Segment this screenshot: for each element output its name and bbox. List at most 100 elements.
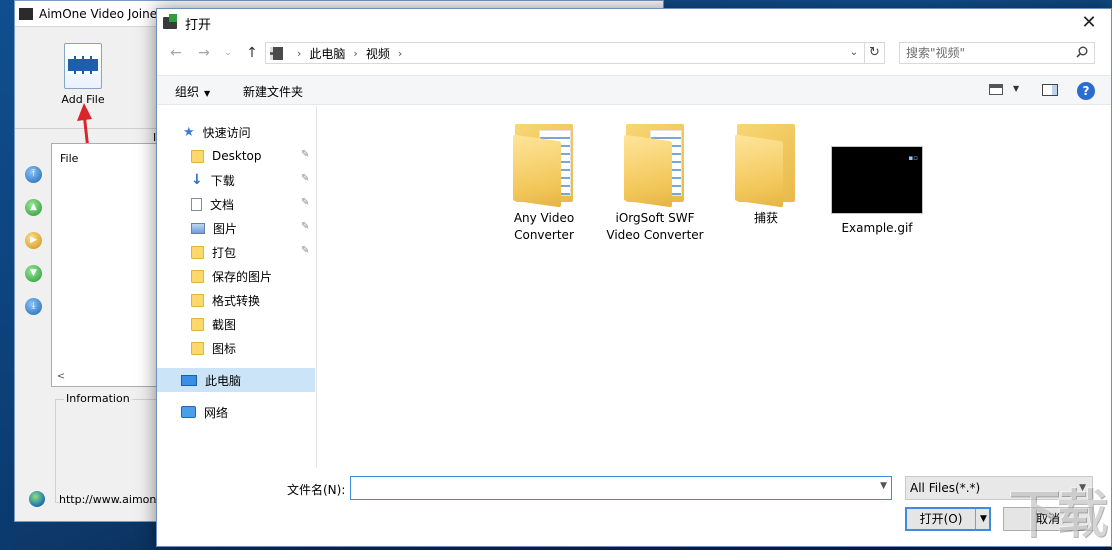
new-folder-button[interactable]: 新建文件夹 xyxy=(243,83,303,100)
play-icon[interactable]: ▶ xyxy=(25,232,42,249)
search-icon[interactable] xyxy=(1076,46,1088,58)
dialog-title: 打开 xyxy=(185,17,212,33)
move-bottom-icon[interactable]: ⤓ xyxy=(25,298,42,315)
folder-icon xyxy=(191,317,204,331)
pin-icon[interactable]: ✎ xyxy=(301,246,309,256)
folder-icon xyxy=(735,124,797,208)
pictures-icon xyxy=(191,222,205,234)
website-link[interactable]: http://www.aimones xyxy=(59,493,165,506)
address-bar[interactable]: › 此电脑 › 视频 › ⌄ ↻ xyxy=(265,42,885,64)
nav-item-icons[interactable]: 图标 xyxy=(157,336,315,360)
folder-icon xyxy=(513,124,575,208)
nav-item-documents[interactable]: 文档 ✎ xyxy=(157,192,315,216)
forward-arrow-icon[interactable]: → xyxy=(193,41,215,65)
dialog-titlebar: 打开 ✕ xyxy=(157,9,1111,37)
folder-icon xyxy=(191,269,204,283)
recent-locations-icon[interactable]: ⌄ xyxy=(217,41,239,65)
navigation-pane: ★ 快速访问 Desktop ✎ ↓ 下载 ✎ 文档 ✎ 图片 ✎ 打包 ✎ 保… xyxy=(157,106,317,468)
preview-pane-icon[interactable] xyxy=(1042,84,1058,96)
network-icon xyxy=(181,406,196,418)
nav-item-desktop[interactable]: Desktop ✎ xyxy=(157,144,315,168)
file-column-header[interactable]: File xyxy=(60,152,78,165)
filename-label: 文件名(N): xyxy=(287,483,346,497)
star-icon: ★ xyxy=(183,124,195,140)
pin-icon[interactable]: ✎ xyxy=(301,174,309,184)
nav-item-saved-pictures[interactable]: 保存的图片 xyxy=(157,264,315,288)
breadcrumb-videos[interactable]: 视频 xyxy=(366,45,390,62)
refresh-icon[interactable]: ↻ xyxy=(864,43,884,63)
file-item-capture[interactable]: 捕获 xyxy=(716,124,816,227)
navigation-row: ← → ⌄ ↑ › 此电脑 › 视频 › ⌄ ↻ 搜索"视频" xyxy=(157,41,1111,65)
chevron-down-icon[interactable]: ▼ xyxy=(880,481,887,491)
desktop-edge xyxy=(0,0,14,550)
information-group: Information xyxy=(55,392,171,503)
nav-item-pictures[interactable]: 图片 ✎ xyxy=(157,216,315,240)
breadcrumb-this-pc[interactable]: 此电脑 xyxy=(309,45,345,62)
file-item-example-gif[interactable]: ▪▫ Example.gif xyxy=(827,136,927,237)
command-bar: 组织 ▼ 新建文件夹 ▼ ? xyxy=(157,75,1111,105)
folder-icon xyxy=(191,245,204,259)
globe-icon xyxy=(29,491,45,507)
nav-item-label: 图标 xyxy=(212,341,237,356)
folder-icon xyxy=(191,341,204,355)
filetype-value: All Files(*.*) xyxy=(910,481,981,495)
organize-label: 组织 xyxy=(175,85,200,99)
document-icon xyxy=(191,197,202,211)
pin-icon[interactable]: ✎ xyxy=(301,150,309,160)
video-file-icon xyxy=(64,43,102,89)
gif-thumbnail: ▪▫ xyxy=(831,146,923,214)
watermark-logo: 下载 xyxy=(1007,485,1108,545)
app-icon xyxy=(19,7,33,20)
nav-item-label: 打包 xyxy=(212,245,237,260)
file-list[interactable]: File < xyxy=(51,143,171,387)
thumbnail-logo: ▪▫ xyxy=(908,154,919,162)
file-name: iOrgSoft SWF Video Converter xyxy=(606,211,704,242)
nav-item-label: 下载 xyxy=(210,173,235,188)
back-arrow-icon[interactable]: ← xyxy=(165,41,187,65)
nav-this-pc-label: 此电脑 xyxy=(205,373,242,388)
nav-item-label: 图片 xyxy=(213,221,238,236)
chevron-right-icon[interactable]: › xyxy=(297,47,301,60)
information-label: Information xyxy=(64,392,132,405)
filename-input[interactable]: ▼ xyxy=(350,476,892,500)
file-view: Any Video Converter iOrgSoft SWF Video C… xyxy=(318,106,1111,468)
move-up-icon[interactable]: ▲ xyxy=(25,199,42,216)
move-down-icon[interactable]: ▼ xyxy=(25,265,42,282)
nav-item-label: 文档 xyxy=(210,197,235,212)
pin-icon[interactable]: ✎ xyxy=(301,222,309,232)
caret-down-icon[interactable]: ▼ xyxy=(1013,84,1019,93)
address-dropdown-icon[interactable]: ⌄ xyxy=(846,43,862,63)
nav-quick-access[interactable]: ★ 快速访问 xyxy=(157,120,315,144)
nav-item-downloads[interactable]: ↓ 下载 ✎ xyxy=(157,168,315,192)
scroll-left-button[interactable]: < xyxy=(54,370,68,384)
search-placeholder: 搜索"视频" xyxy=(906,46,966,60)
chevron-right-icon[interactable]: › xyxy=(353,47,357,60)
file-name: Any Video Converter xyxy=(513,211,575,242)
nav-this-pc[interactable]: 此电脑 xyxy=(157,368,315,392)
search-input[interactable]: 搜索"视频" xyxy=(899,42,1095,64)
organize-menu[interactable]: 组织 ▼ xyxy=(175,83,210,100)
site-watermark: 下载 xyxy=(988,472,1108,548)
pin-icon[interactable]: ✎ xyxy=(301,198,309,208)
move-top-icon[interactable]: ⤒ xyxy=(25,166,42,183)
computer-icon xyxy=(181,374,197,386)
file-name: Example.gif xyxy=(841,221,913,235)
nav-item-package[interactable]: 打包 ✎ xyxy=(157,240,315,264)
close-button[interactable]: ✕ xyxy=(1067,9,1111,37)
file-item-iorgsoft[interactable]: iOrgSoft SWF Video Converter xyxy=(605,124,705,244)
nav-item-format-convert[interactable]: 格式转换 xyxy=(157,288,315,312)
nav-network[interactable]: 网络 xyxy=(157,400,315,424)
videos-library-icon xyxy=(270,46,283,60)
file-item-any-video-converter[interactable]: Any Video Converter xyxy=(494,124,594,244)
nav-item-screenshots[interactable]: 截图 xyxy=(157,312,315,336)
nav-item-label: Desktop xyxy=(212,149,262,163)
window-title: AimOne Video Joine xyxy=(39,6,158,21)
nav-network-label: 网络 xyxy=(204,405,229,420)
side-button-column: ⤒ ▲ ▶ ▼ ⤓ xyxy=(25,166,43,331)
chevron-right-icon[interactable]: › xyxy=(398,47,402,60)
view-options-icon[interactable] xyxy=(989,84,1003,95)
open-button-label: 打开(O) xyxy=(919,512,963,526)
help-icon[interactable]: ? xyxy=(1077,82,1095,100)
up-arrow-icon[interactable]: ↑ xyxy=(241,41,263,65)
nav-item-label: 截图 xyxy=(212,317,237,332)
